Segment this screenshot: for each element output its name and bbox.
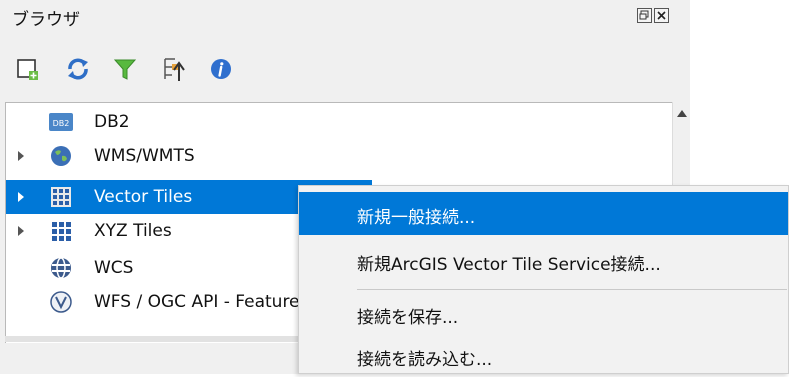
menu-separator: [357, 289, 787, 290]
scroll-up-arrow-icon[interactable]: [677, 110, 687, 117]
menu-item-label: 新規ArcGIS Vector Tile Service接続...: [357, 255, 661, 275]
globe-icon: [49, 144, 73, 168]
add-layer-icon: [17, 59, 38, 80]
collapse-all-icon: [164, 58, 185, 81]
menu-item-load-connections[interactable]: 接続を読み込む...: [299, 334, 788, 377]
tree-item-label: WCS: [94, 258, 134, 278]
refresh-button[interactable]: [64, 55, 92, 83]
menu-item-save-connections[interactable]: 接続を保存...: [299, 292, 788, 335]
panel-title-buttons: [637, 8, 669, 23]
menu-item-label: 接続を読み込む...: [357, 350, 493, 370]
xyz-tiles-icon: [49, 219, 73, 243]
svg-text:DB2: DB2: [53, 119, 70, 128]
filter-icon: [113, 59, 137, 80]
context-menu: 新規一般接続... 新規ArcGIS Vector Tile Service接続…: [298, 185, 789, 374]
tree-item-label: XYZ Tiles: [94, 221, 172, 241]
info-icon: [211, 59, 231, 79]
collapse-all-button[interactable]: [160, 55, 188, 83]
wcs-icon: [49, 256, 73, 280]
tree-item-label: DB2: [94, 112, 130, 132]
add-layer-button[interactable]: [14, 55, 42, 83]
tree-item-label: WFS / OGC API - Features: [94, 292, 309, 312]
menu-item-label: 新規一般接続...: [357, 208, 476, 228]
tree-item-wms-wmts[interactable]: WMS/WMTS: [6, 139, 372, 173]
expand-arrow-icon[interactable]: [18, 226, 24, 236]
close-icon: [657, 11, 666, 20]
close-panel-button[interactable]: [654, 8, 669, 23]
wfs-icon: [49, 290, 73, 314]
float-panel-button[interactable]: [637, 8, 652, 23]
expand-arrow-icon[interactable]: [18, 151, 24, 161]
tree-item-label: Vector Tiles: [94, 187, 193, 207]
tree-item-label: WMS/WMTS: [94, 146, 195, 166]
expand-arrow-icon[interactable]: [18, 192, 24, 202]
refresh-icon: [68, 58, 88, 80]
tree-item-db2[interactable]: DB2 DB2: [6, 105, 372, 139]
panel-title: ブラウザ: [12, 10, 80, 30]
db2-icon: DB2: [49, 110, 73, 134]
vector-tiles-icon: [49, 185, 73, 209]
menu-item-new-arcgis-connection[interactable]: 新規ArcGIS Vector Tile Service接続...: [299, 239, 788, 282]
filter-button[interactable]: [111, 55, 139, 83]
menu-item-new-generic-connection[interactable]: 新規一般接続...: [299, 192, 788, 235]
menu-item-label: 接続を保存...: [357, 308, 459, 328]
float-icon: [639, 10, 649, 20]
info-button[interactable]: [207, 55, 235, 83]
